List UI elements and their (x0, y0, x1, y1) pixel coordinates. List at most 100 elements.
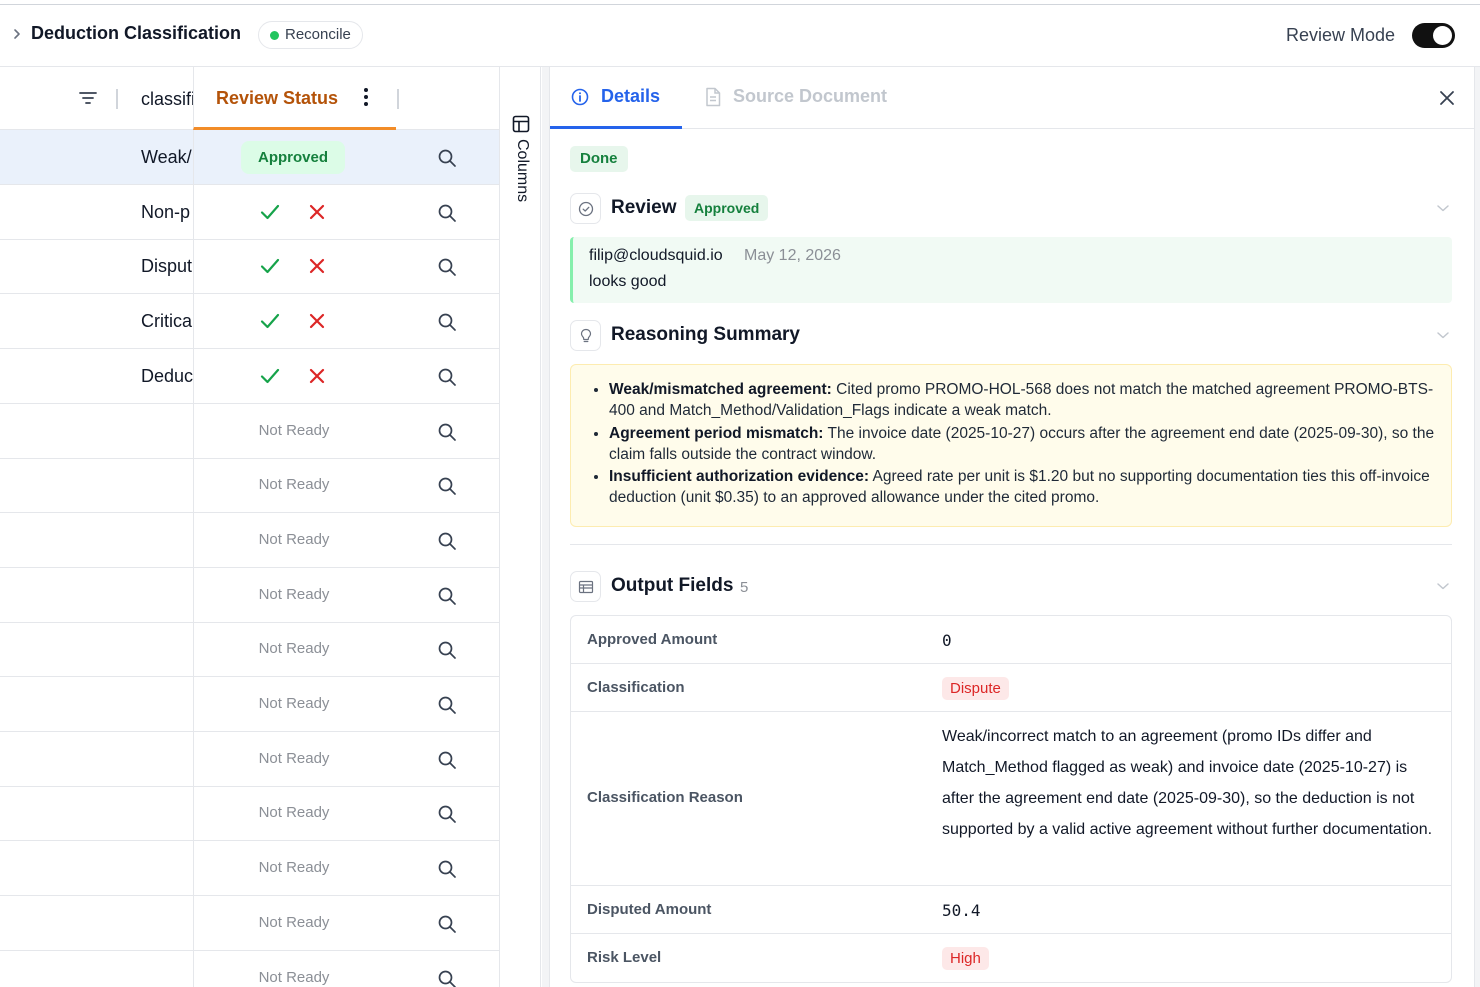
not-ready-status: Not Ready (258, 530, 330, 548)
search-icon[interactable] (437, 914, 457, 934)
search-icon[interactable] (437, 422, 457, 442)
search-icon[interactable] (437, 257, 457, 277)
approve-check-icon[interactable] (259, 201, 281, 223)
search-icon[interactable] (437, 969, 457, 987)
tab-source-document[interactable]: Source Document (703, 67, 903, 129)
review-mode-toggle[interactable] (1412, 23, 1455, 48)
reasoning-item-label: Weak/mismatched agreement: (609, 381, 832, 398)
comment-author: filip@cloudsquid.io (589, 247, 723, 264)
close-icon[interactable] (1438, 89, 1456, 107)
search-icon[interactable] (437, 859, 457, 879)
column-resize-handle[interactable] (116, 89, 118, 109)
reasoning-item: Weak/mismatched agreement: Cited promo P… (609, 379, 1435, 421)
page-header: Deduction Classification Reconcile Revie… (0, 5, 1480, 67)
columns-side-panel-toggle[interactable]: Columns (501, 67, 541, 987)
comment-text: looks good (589, 273, 667, 290)
chevron-down-icon[interactable] (1436, 203, 1450, 213)
table-row[interactable]: Not Ready (0, 841, 499, 897)
table-row[interactable]: Not Ready (0, 458, 499, 514)
review-section-icon (570, 193, 601, 224)
table-row[interactable]: Not Ready (0, 895, 499, 951)
search-icon[interactable] (437, 367, 457, 387)
search-icon[interactable] (437, 804, 457, 824)
details-panel: Details Source Document Done Review Appr… (550, 67, 1474, 987)
approve-check-icon[interactable] (259, 255, 281, 277)
table-row[interactable]: Not Ready (0, 403, 499, 459)
approved-badge: Approved (241, 141, 345, 174)
output-section-title[interactable]: Output Fields (611, 575, 733, 597)
tab-source-label: Source Document (733, 86, 888, 106)
tab-details-label: Details (601, 86, 661, 106)
reasoning-summary-box: Weak/mismatched agreement: Cited promo P… (570, 364, 1452, 527)
chevron-right-icon[interactable] (10, 27, 24, 41)
not-ready-status: Not Ready (258, 859, 330, 877)
field-row-classification: Classification Dispute (571, 664, 1451, 712)
reasoning-item-label: Insufficient authorization evidence: (609, 468, 870, 485)
table-row[interactable]: Not Ready (0, 677, 499, 732)
not-ready-status: Not Ready (258, 913, 330, 931)
table-row[interactable]: Not Ready (0, 786, 499, 842)
field-value[interactable]: Weak/incorrect match to an agreement (pr… (942, 721, 1442, 845)
search-icon[interactable] (437, 312, 457, 332)
field-value[interactable]: Dispute (942, 677, 1009, 700)
table-row[interactable]: Disput (0, 239, 499, 295)
column-menu-icon[interactable] (363, 88, 369, 108)
field-row-classification-reason: Classification Reason Weak/incorrect mat… (571, 712, 1451, 886)
chevron-down-icon[interactable] (1436, 330, 1450, 340)
columns-label: Columns (514, 139, 531, 203)
reject-x-icon[interactable] (308, 312, 326, 330)
field-value[interactable]: 50.4 (942, 901, 981, 920)
panel-splitter[interactable] (542, 67, 550, 987)
output-field-count: 5 (740, 579, 749, 596)
filter-icon[interactable] (79, 91, 97, 105)
reasoning-section-title[interactable]: Reasoning Summary (611, 324, 800, 346)
review-comment: filip@cloudsquid.io May 12, 2026 looks g… (570, 237, 1452, 303)
search-icon[interactable] (437, 476, 457, 496)
info-icon (571, 88, 589, 106)
panel-scrollbar[interactable] (1474, 67, 1480, 987)
cell-divider (193, 184, 194, 239)
column-resize-handle[interactable] (397, 89, 399, 109)
tab-details[interactable]: Details (550, 67, 682, 129)
table-row[interactable]: Not Ready (0, 731, 499, 787)
reject-x-icon[interactable] (308, 367, 326, 385)
table-row[interactable]: Critica (0, 294, 499, 350)
field-row-approved-amount: Approved Amount 0 (571, 616, 1451, 664)
table-row[interactable]: Not Ready (0, 567, 499, 623)
search-icon[interactable] (437, 203, 457, 223)
chevron-down-icon[interactable] (1436, 581, 1450, 591)
search-icon[interactable] (437, 531, 457, 551)
reject-x-icon[interactable] (308, 203, 326, 221)
field-row-risk-level: Risk Level High (571, 934, 1451, 982)
review-status-badge: Approved (685, 195, 769, 221)
table-row[interactable]: Non-p (0, 184, 499, 240)
approve-check-icon[interactable] (259, 310, 281, 332)
column-header-classification[interactable]: classification (141, 89, 193, 110)
cell-classification: Deduc (141, 365, 193, 386)
reject-x-icon[interactable] (308, 257, 326, 275)
output-fields-table: Approved Amount 0 Classification Dispute… (570, 615, 1452, 983)
review-section-title[interactable]: Review (611, 197, 676, 219)
comment-date: May 12, 2026 (744, 247, 841, 264)
table-row[interactable]: Not Ready (0, 950, 499, 987)
field-value[interactable]: 0 (942, 631, 952, 650)
table-row[interactable]: Weak/Approved (0, 130, 499, 185)
search-icon[interactable] (437, 586, 457, 606)
toggle-knob (1433, 26, 1452, 45)
table-row[interactable]: Deduc (0, 348, 499, 404)
search-icon[interactable] (437, 695, 457, 715)
table-row[interactable]: Not Ready (0, 622, 499, 678)
search-icon[interactable] (437, 750, 457, 770)
table-icon (578, 580, 594, 594)
field-row-disputed-amount: Disputed Amount 50.4 (571, 886, 1451, 934)
not-ready-status: Not Ready (258, 695, 330, 712)
column-header-review-status[interactable]: Review Status (193, 67, 396, 130)
results-grid: classification Review Status Weak/Approv… (0, 67, 500, 987)
table-row[interactable]: Not Ready (0, 512, 499, 568)
search-icon[interactable] (437, 148, 457, 168)
approve-check-icon[interactable] (259, 365, 281, 387)
search-icon[interactable] (437, 640, 457, 660)
not-ready-status: Not Ready (258, 968, 330, 986)
field-value[interactable]: High (942, 947, 989, 970)
reasoning-list: Weak/mismatched agreement: Cited promo P… (609, 379, 1435, 508)
